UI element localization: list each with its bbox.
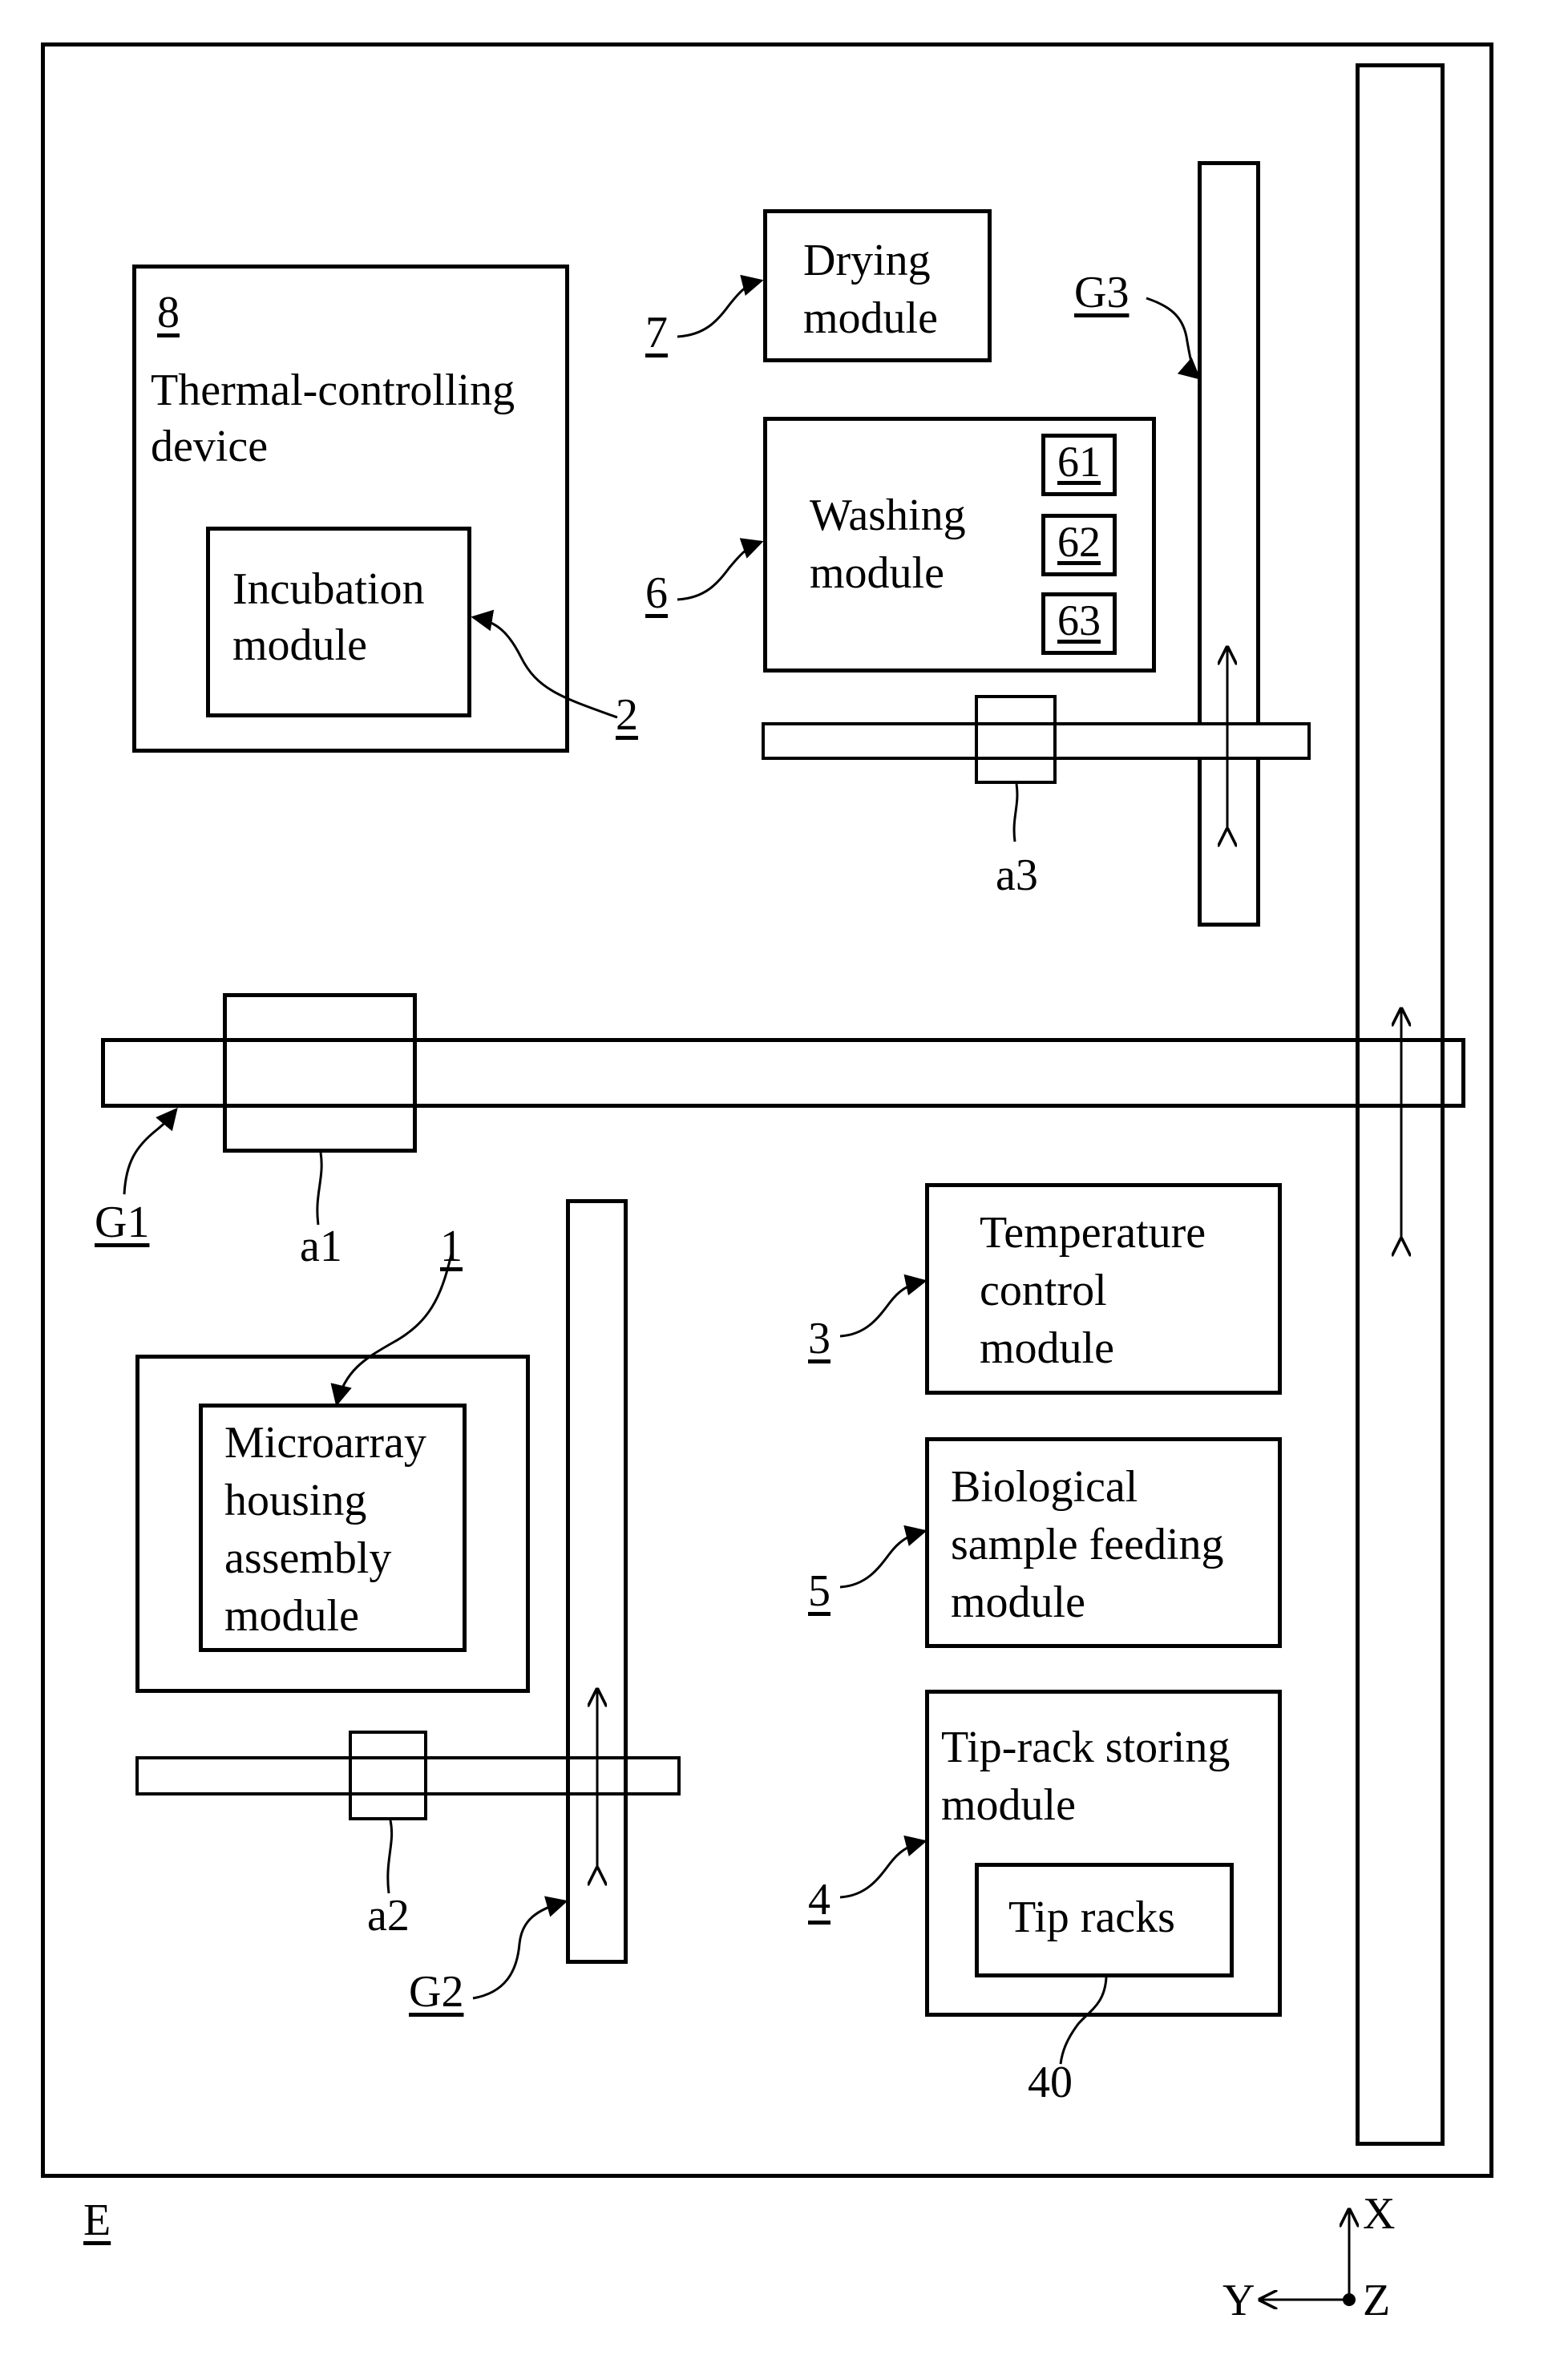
incubation-ref-label: 2	[616, 690, 638, 740]
a3-bar-front	[762, 722, 1311, 760]
drying-title-line-2: module	[803, 293, 938, 343]
g2-ref-label: G2	[409, 1967, 464, 2017]
biological-title-line-3: module	[951, 1577, 1085, 1627]
washing-unit-63[interactable]: 63	[1041, 592, 1117, 655]
washing-unit-62[interactable]: 62	[1041, 514, 1117, 576]
axis-x-label: X	[1363, 2189, 1396, 2239]
tip-racks-ref-label: 40	[1028, 2058, 1073, 2107]
incubation-title-line-1: Incubation	[232, 564, 425, 614]
temperature-title-line-1: Temperature	[980, 1208, 1206, 1258]
microarray-title-line-2: housing	[224, 1476, 367, 1525]
biological-ref-label: 5	[808, 1566, 830, 1616]
incubation-title-line-2: module	[232, 620, 367, 670]
temperature-ref-label: 3	[808, 1314, 830, 1363]
a2-label: a2	[367, 1891, 410, 1941]
biological-title-line-1: Biological	[951, 1462, 1138, 1512]
tiprack-title-line-2: module	[941, 1780, 1076, 1830]
microarray-title-line-3: assembly	[224, 1533, 392, 1583]
tiprack-ref-label: 4	[808, 1875, 830, 1925]
g1-ref-label: G1	[95, 1198, 150, 1247]
washing-unit-62-label: 62	[1057, 518, 1101, 566]
microarray-title-line-4: module	[224, 1591, 359, 1641]
g2-rail	[566, 1199, 628, 1964]
thermal-title-line-2: device	[151, 422, 269, 471]
tiprack-title-line-1: Tip-rack storing	[941, 1723, 1231, 1772]
washing-unit-61-label: 61	[1057, 438, 1101, 486]
temperature-title-line-2: control	[980, 1266, 1107, 1315]
drying-title-line-1: Drying	[803, 236, 931, 285]
g1-bar	[101, 1038, 1465, 1108]
tip-racks-label: Tip racks	[1008, 1892, 1175, 1942]
enclosure-label: E	[83, 2195, 111, 2245]
washing-title-line-1: Washing	[810, 491, 966, 540]
thermal-ref-label: 8	[157, 288, 180, 337]
thermal-title-line-1: Thermal-controlling	[151, 366, 515, 415]
washing-ref-label: 6	[645, 568, 668, 618]
axis-y-label: Y	[1222, 2276, 1255, 2325]
a2-bar	[135, 1756, 681, 1795]
drying-ref-label: 7	[645, 308, 668, 357]
washing-unit-61[interactable]: 61	[1041, 434, 1117, 496]
a3-label: a3	[996, 850, 1038, 900]
g3-rail	[1198, 161, 1260, 927]
microarray-title-line-1: Microarray	[224, 1418, 426, 1468]
temperature-title-line-3: module	[980, 1323, 1114, 1373]
biological-title-line-2: sample feeding	[951, 1520, 1224, 1569]
axis-z-label: Z	[1363, 2276, 1391, 2325]
microarray-ref-label: 1	[440, 1222, 463, 1271]
g3-ref-label: G3	[1074, 268, 1130, 317]
axis-z-origin-dot	[1343, 2293, 1356, 2306]
washing-unit-63-label: 63	[1057, 596, 1101, 644]
washing-title-line-2: module	[810, 548, 944, 598]
a1-label: a1	[300, 1222, 342, 1271]
